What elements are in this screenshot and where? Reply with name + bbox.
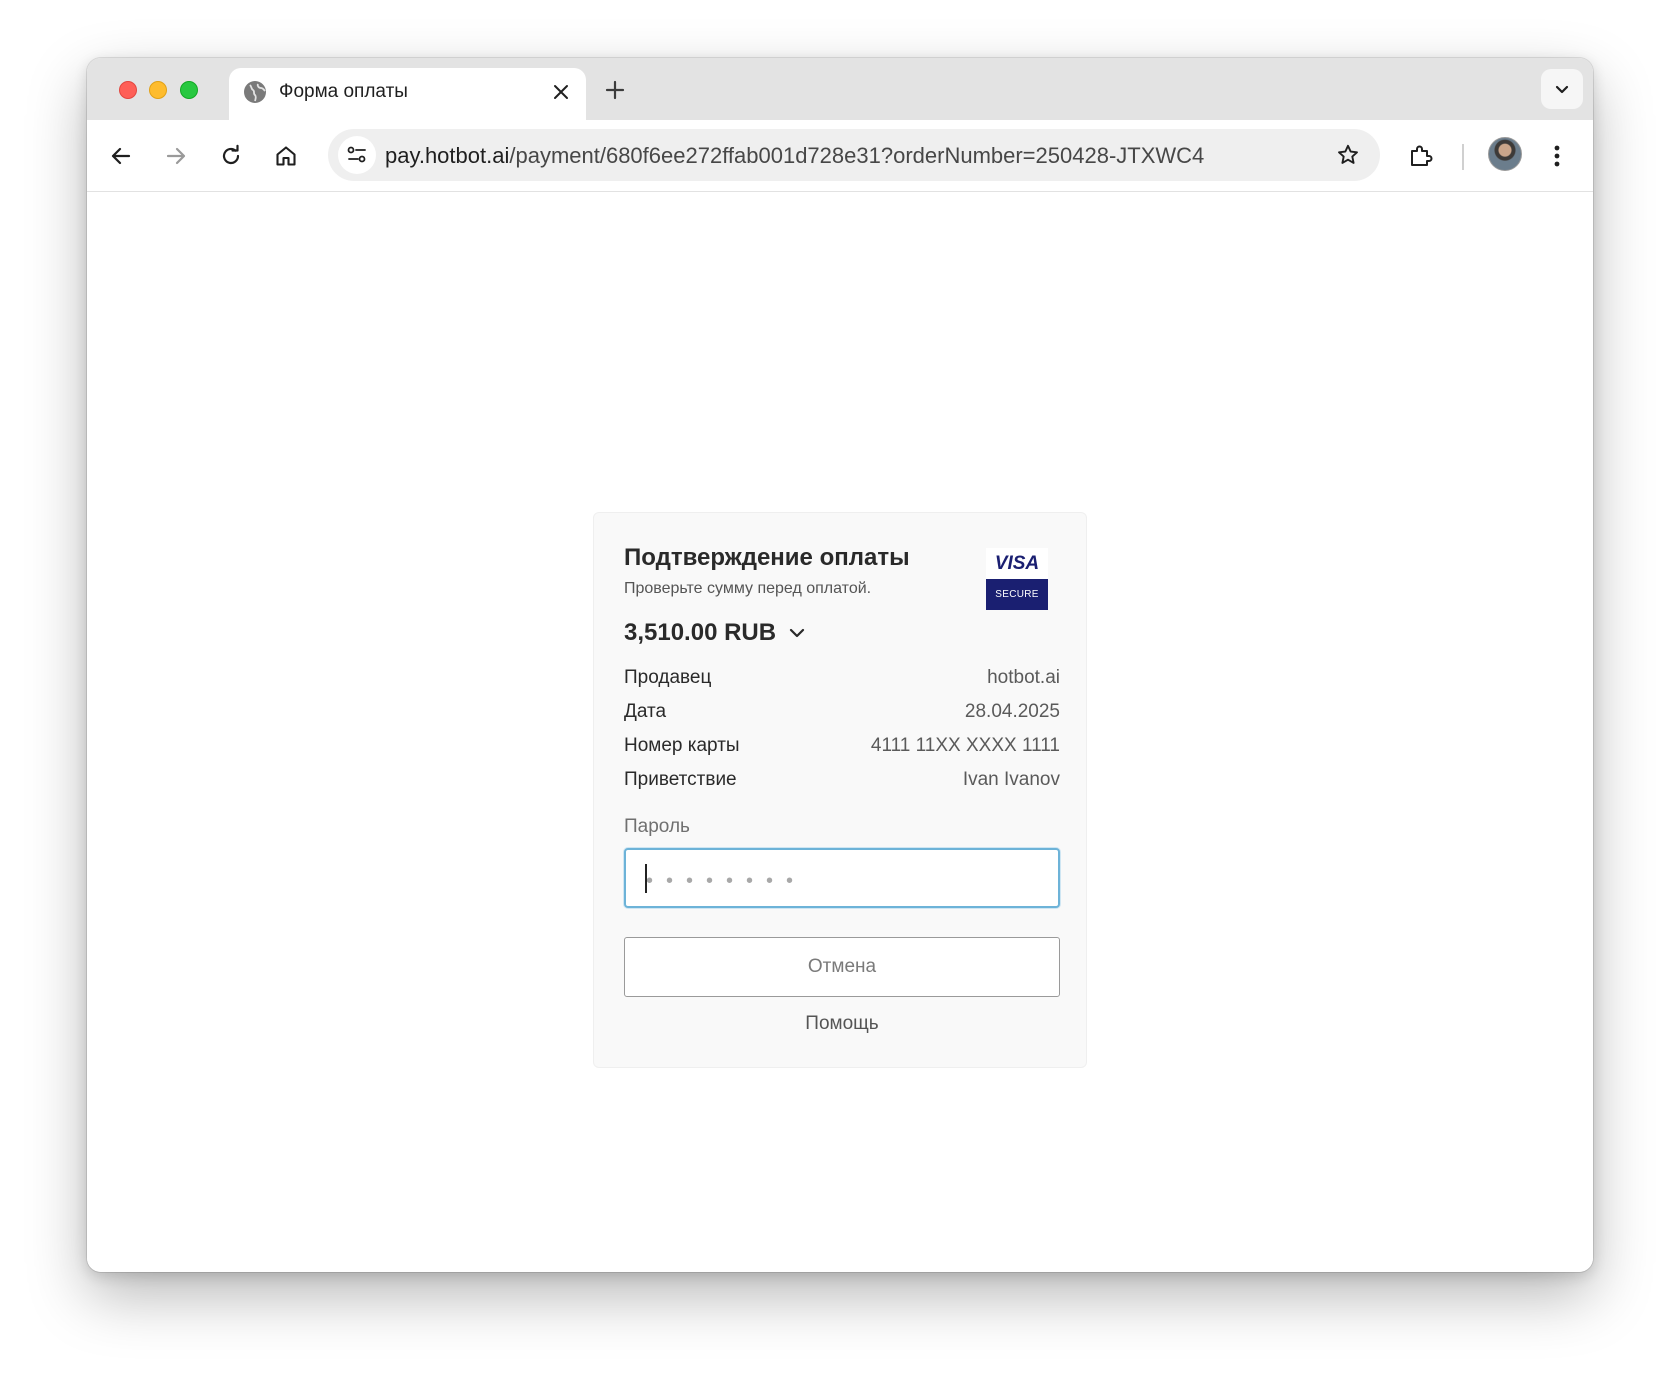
avatar[interactable] [1488, 137, 1522, 171]
detail-label: Приветствие [624, 769, 737, 790]
detail-label: Продавец [624, 667, 712, 688]
detail-row-date: Дата 28.04.2025 [624, 695, 1060, 729]
extensions-icon[interactable] [1403, 138, 1439, 174]
home-icon[interactable] [268, 138, 304, 174]
detail-value: 28.04.2025 [964, 701, 1060, 722]
amount-toggle[interactable]: 3,510.00 RUB [624, 619, 808, 647]
site-info-icon[interactable] [338, 136, 376, 174]
page-content: Подтверждение оплаты Проверьте сумму пер… [87, 192, 1593, 1272]
text-caret [645, 864, 647, 893]
password-input[interactable]: •••••••• [624, 848, 1060, 908]
cancel-button[interactable]: Отмена [624, 937, 1060, 997]
reload-icon[interactable] [213, 138, 249, 174]
detail-value: 4111 11XX XXXX 1111 [870, 735, 1060, 756]
browser-window: Форма оплаты pay.hotbot.ai/payment/680f6… [87, 58, 1593, 1272]
payment-card: Подтверждение оплаты Проверьте сумму пер… [593, 512, 1087, 1068]
star-icon[interactable] [1332, 139, 1364, 171]
amount-value: 3,510.00 RUB [624, 619, 777, 646]
url-text: pay.hotbot.ai/payment/680f6ee272ffab001d… [385, 143, 1204, 169]
chevron-down-icon [788, 623, 808, 643]
tab-active[interactable]: Форма оплаты [229, 68, 586, 120]
visa-secure-tagline: SECURE [986, 579, 1048, 610]
help-link[interactable]: Помощь [624, 1013, 1060, 1035]
url-path: /payment/680f6ee272ffab001d728e31?orderN… [509, 143, 1205, 168]
detail-label: Дата [624, 701, 667, 722]
password-placeholder: •••••••• [646, 870, 807, 892]
detail-value: Ivan Ivanov [962, 769, 1060, 790]
url-host: pay.hotbot.ai [385, 143, 510, 168]
minimize-window-button[interactable] [149, 81, 167, 99]
visa-secure-logo: VISA SECURE [986, 548, 1048, 610]
page-subtitle: Проверьте сумму перед оплатой. [624, 580, 872, 597]
plus-icon[interactable] [601, 76, 629, 104]
more-icon[interactable] [1539, 138, 1575, 174]
visa-wordmark: VISA [986, 548, 1048, 579]
tab-title: Форма оплаты [279, 81, 408, 102]
detail-label: Номер карты [624, 735, 740, 756]
chevron-down-icon[interactable] [1541, 69, 1583, 109]
globe-icon [243, 80, 267, 104]
detail-row-merchant: Продавец hotbot.ai [624, 661, 1060, 695]
detail-value: hotbot.ai [987, 667, 1060, 688]
close-window-button[interactable] [119, 81, 137, 99]
password-label: Пароль [624, 816, 690, 837]
zoom-window-button[interactable] [180, 81, 198, 99]
detail-row-greeting: Приветствие Ivan Ivanov [624, 763, 1060, 797]
browser-toolbar: pay.hotbot.ai/payment/680f6ee272ffab001d… [87, 120, 1593, 192]
address-bar[interactable]: pay.hotbot.ai/payment/680f6ee272ffab001d… [328, 129, 1380, 181]
payment-details: Продавец hotbot.ai Дата 28.04.2025 Номер… [624, 661, 1060, 797]
tab-strip: Форма оплаты [87, 58, 1593, 120]
toolbar-divider [1462, 144, 1464, 170]
back-icon[interactable] [103, 138, 139, 174]
detail-row-card-number: Номер карты 4111 11XX XXXX 1111 [624, 729, 1060, 763]
forward-icon[interactable] [158, 138, 194, 174]
page-title: Подтверждение оплаты [624, 544, 910, 571]
close-icon[interactable] [548, 79, 574, 105]
